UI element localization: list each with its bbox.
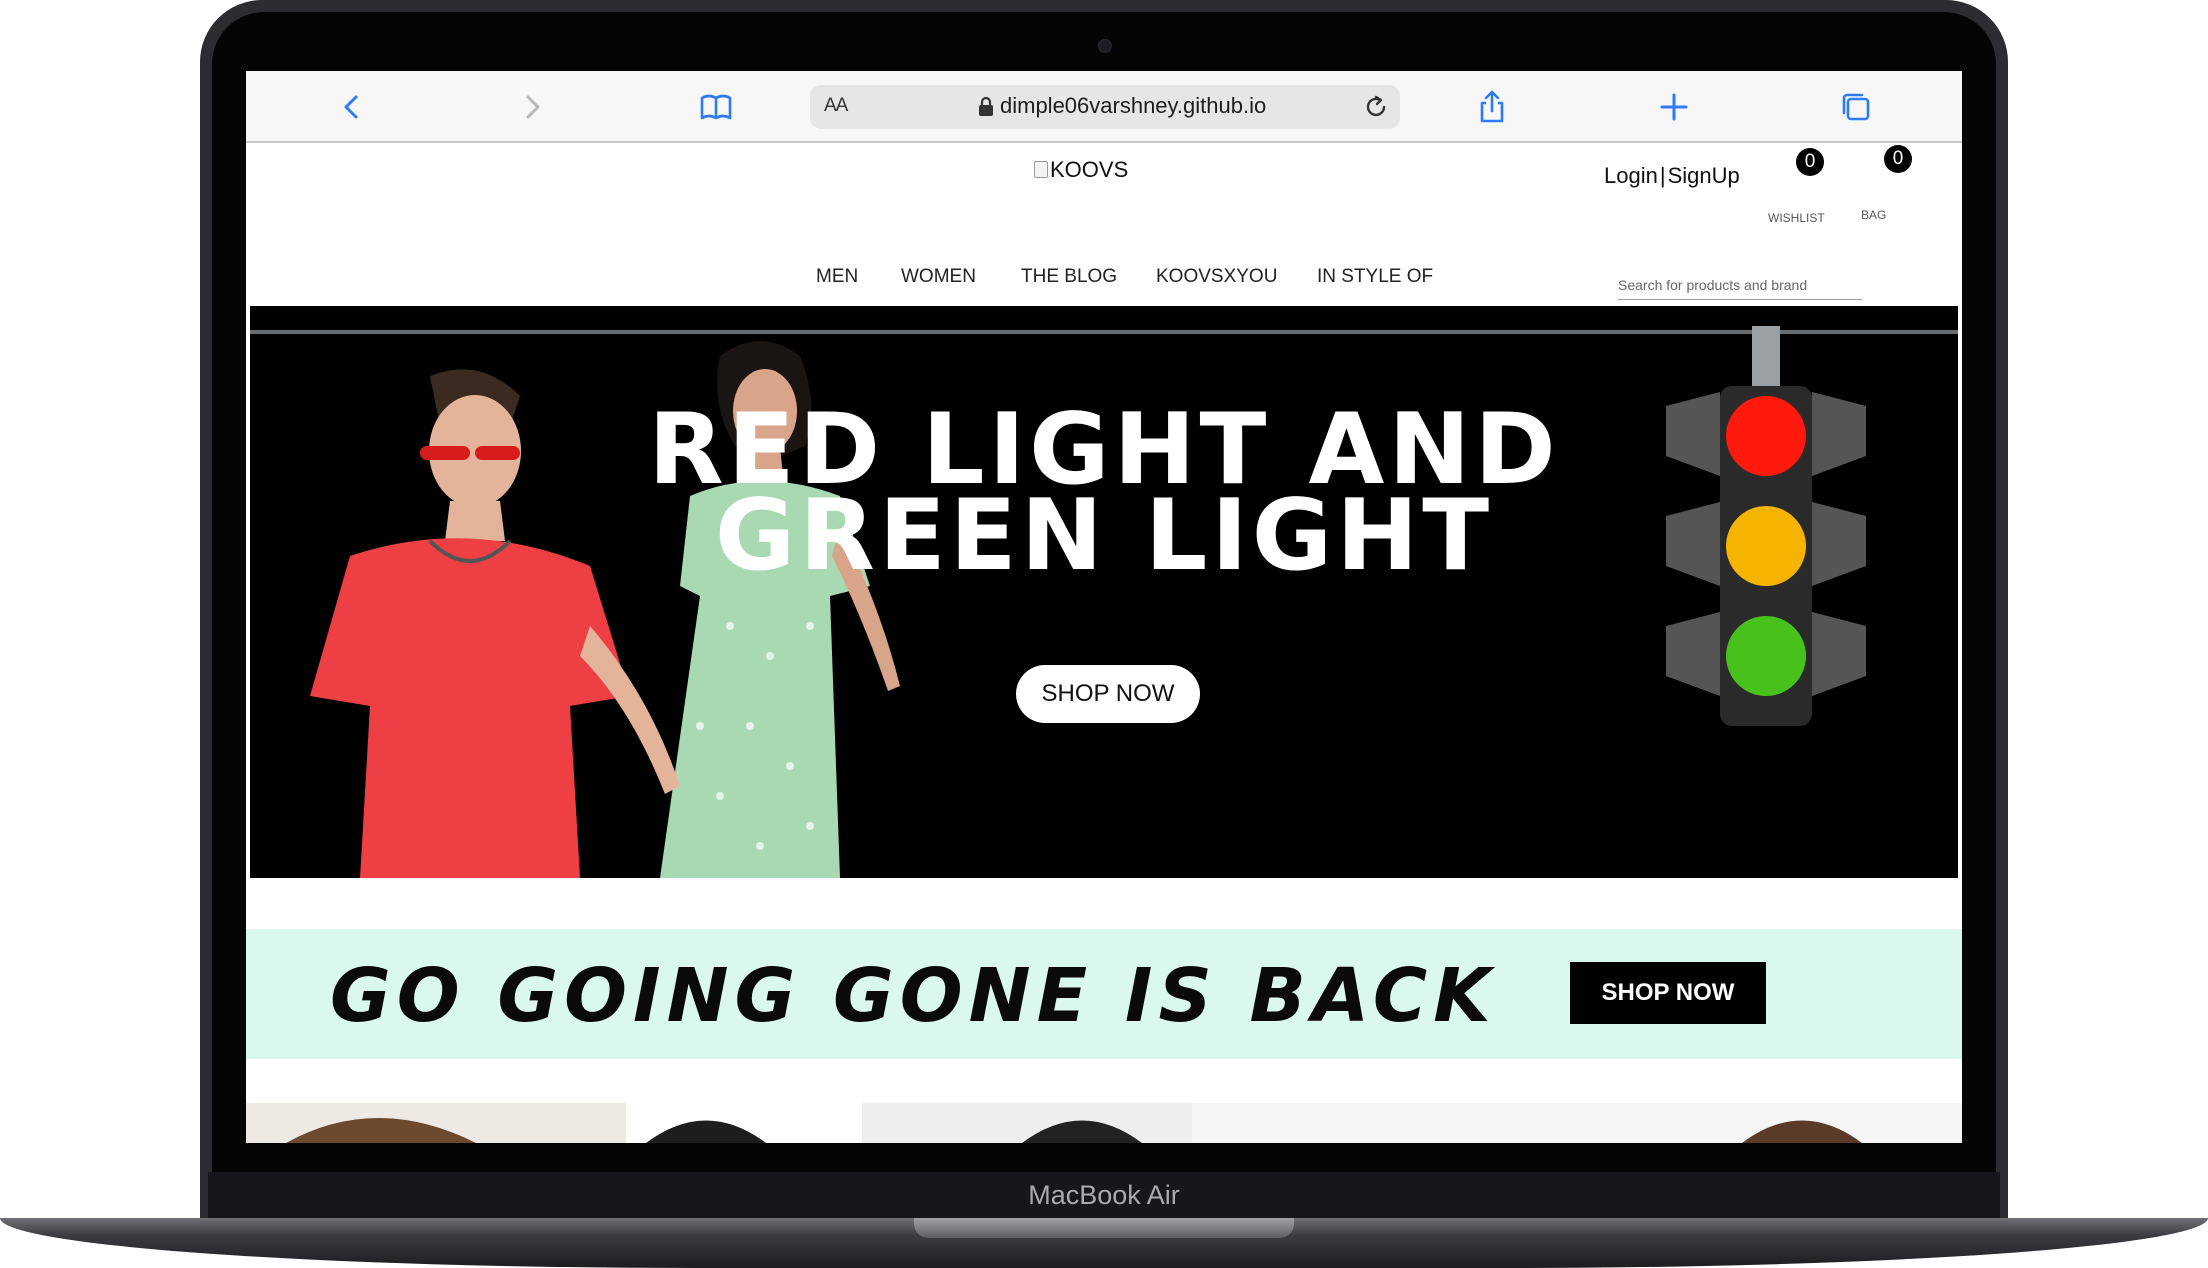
login-signup: Login|SignUp bbox=[1604, 163, 1740, 189]
traffic-light-image bbox=[1666, 326, 1866, 726]
plus-icon bbox=[1660, 93, 1688, 121]
product-gap bbox=[786, 1103, 862, 1143]
bag-label[interactable]: BAG bbox=[1861, 208, 1886, 222]
product-photo-2 bbox=[1022, 1103, 1962, 1143]
url-text: dimple06varshney.github.io bbox=[1000, 93, 1267, 118]
product-image-2[interactable] bbox=[862, 1103, 1962, 1143]
promo-shop-now-button[interactable]: SHOP NOW bbox=[1570, 962, 1766, 1024]
promo-title: GO GOING GONE IS BACK bbox=[330, 953, 1497, 1039]
bag-count[interactable]: 0 bbox=[1884, 145, 1912, 173]
wishlist-label[interactable]: WISHLIST bbox=[1768, 211, 1825, 225]
login-divider: | bbox=[1659, 163, 1666, 188]
back-button[interactable] bbox=[332, 87, 372, 127]
camera-icon bbox=[1098, 39, 1112, 53]
promo-banner[interactable]: GO GOING GONE IS BACK SHOP NOW bbox=[246, 929, 1962, 1059]
reload-icon[interactable] bbox=[1362, 93, 1390, 121]
nav-women[interactable]: WOMEN bbox=[901, 266, 976, 288]
forward-button[interactable] bbox=[512, 87, 552, 127]
address-bar[interactable]: AA dimple06varshney.github.io bbox=[810, 85, 1400, 129]
nav-men[interactable]: MEN bbox=[816, 266, 858, 288]
login-link[interactable]: Login bbox=[1604, 163, 1658, 188]
site-logo[interactable]: KOOVS bbox=[1034, 157, 1128, 183]
wishlist-count[interactable]: 0 bbox=[1796, 148, 1824, 176]
hero-shop-now-button[interactable]: SHOP NOW bbox=[1016, 665, 1200, 723]
book-icon bbox=[700, 94, 732, 120]
broken-image-icon bbox=[1034, 161, 1048, 178]
nav-koovsxyou[interactable]: KOOVSXYOU bbox=[1156, 266, 1277, 288]
lock-icon bbox=[979, 96, 993, 116]
tabs-icon bbox=[1842, 93, 1870, 121]
share-icon bbox=[1480, 90, 1504, 123]
logo-alt-text: KOOVS bbox=[1050, 157, 1129, 182]
signup-link[interactable]: SignUp bbox=[1668, 163, 1740, 188]
browser-toolbar: AA dimple06varshney.github.io bbox=[246, 71, 1962, 143]
laptop-hinge-notch bbox=[914, 1218, 1294, 1238]
screen: AA dimple06varshney.github.io KOOVS Logi… bbox=[246, 71, 1962, 1143]
text-size-button[interactable]: AA bbox=[824, 95, 848, 117]
search-input[interactable] bbox=[1618, 270, 1862, 300]
product-photo-1 bbox=[286, 1103, 786, 1143]
hero-banner[interactable]: RED LIGHT AND GREEN LIGHT SHOP NOW bbox=[250, 306, 1958, 878]
share-button[interactable] bbox=[1472, 87, 1512, 127]
new-tab-button[interactable] bbox=[1654, 87, 1694, 127]
product-image-1[interactable] bbox=[246, 1103, 786, 1143]
model-label: MacBook Air bbox=[1028, 1180, 1180, 1210]
nav-the-blog[interactable]: THE BLOG bbox=[1021, 266, 1117, 288]
tabs-overview-button[interactable] bbox=[1836, 87, 1876, 127]
chevron-left-icon bbox=[344, 95, 358, 119]
chevron-right-icon bbox=[526, 95, 540, 119]
bookmarks-button[interactable] bbox=[696, 87, 736, 127]
nav-in-style-of[interactable]: IN STYLE OF bbox=[1317, 266, 1433, 288]
